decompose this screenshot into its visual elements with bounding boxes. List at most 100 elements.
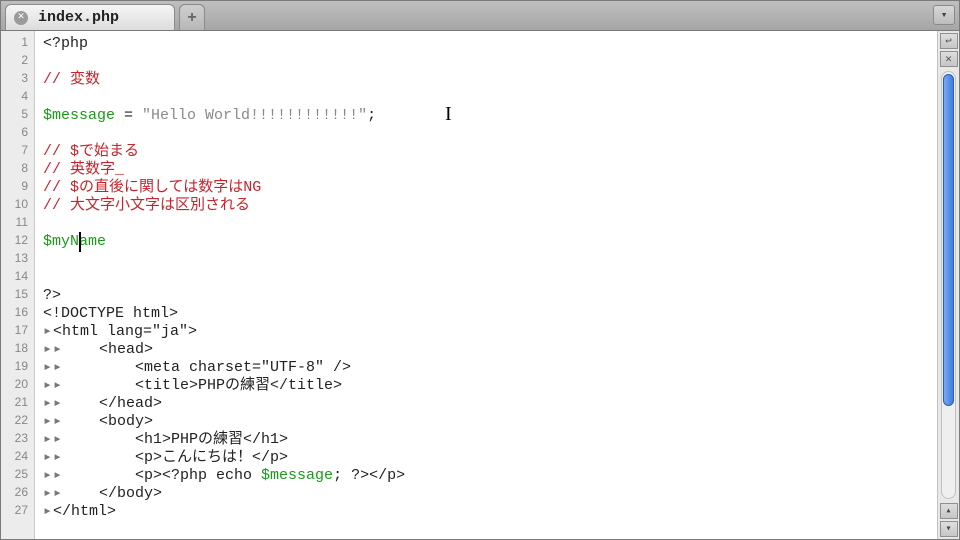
line-number[interactable]: 24 (1, 449, 34, 467)
line-number[interactable]: 19 (1, 359, 34, 377)
fold-marker-icon[interactable]: ▸ (43, 341, 53, 359)
line-number[interactable]: 16 (1, 305, 34, 323)
scrollbar-thumb[interactable] (943, 74, 954, 406)
line-number[interactable]: 17 (1, 323, 34, 341)
code-token: = (115, 107, 142, 124)
line-number[interactable]: 4 (1, 89, 34, 107)
code-line[interactable]: ▸▸ <title>PHPの練習</title> (43, 377, 937, 395)
line-number[interactable]: 9 (1, 179, 34, 197)
code-line[interactable]: $myName (43, 233, 937, 251)
code-token: </body> (63, 485, 162, 502)
vertical-scrollbar[interactable] (941, 71, 956, 499)
toggle-wrap-button[interactable]: ↩ (940, 33, 958, 49)
code-line[interactable] (43, 125, 937, 143)
fold-marker-icon[interactable]: ▸ (53, 359, 63, 377)
fold-marker-icon[interactable]: ▸ (43, 503, 53, 521)
wrap-icon: ↩ (945, 34, 952, 48)
fold-marker-icon[interactable]: ▸ (53, 467, 63, 485)
scroll-down-button[interactable]: ▾ (940, 521, 958, 537)
fold-marker-icon[interactable]: ▸ (43, 485, 53, 503)
code-line[interactable]: ▸▸ <p><?php echo $message; ?></p> (43, 467, 937, 485)
code-line[interactable]: $message = "Hello World!!!!!!!!!!!!"; (43, 107, 937, 125)
line-number[interactable]: 7 (1, 143, 34, 161)
code-line[interactable]: ▸▸ <h1>PHPの練習</h1> (43, 431, 937, 449)
fold-marker-icon[interactable]: ▸ (43, 395, 53, 413)
fold-marker-icon[interactable]: ▸ (43, 413, 53, 431)
fold-marker-icon[interactable]: ▸ (53, 395, 63, 413)
code-line[interactable] (43, 89, 937, 107)
line-number[interactable]: 13 (1, 251, 34, 269)
code-line[interactable]: ▸<html lang="ja"> (43, 323, 937, 341)
line-number[interactable]: 25 (1, 467, 34, 485)
tab-overflow-button[interactable]: ▾ (933, 5, 955, 25)
line-number[interactable]: 11 (1, 215, 34, 233)
code-line[interactable]: ▸▸ <meta charset="UTF-8" /> (43, 359, 937, 377)
line-number[interactable]: 23 (1, 431, 34, 449)
code-line[interactable]: ▸▸ <p>こんにちは！</p> (43, 449, 937, 467)
fold-marker-icon[interactable]: ▸ (43, 323, 53, 341)
scroll-up-button[interactable]: ▴ (940, 503, 958, 519)
code-line[interactable] (43, 215, 937, 233)
line-number[interactable]: 5 (1, 107, 34, 125)
code-line[interactable]: <?php (43, 35, 937, 53)
tab-index-php[interactable]: ✕ index.php (5, 4, 175, 30)
code-line[interactable]: ▸▸ </head> (43, 395, 937, 413)
code-line[interactable]: // 英数字_ (43, 161, 937, 179)
chevron-down-icon: ▾ (941, 8, 948, 22)
fold-marker-icon[interactable]: ▸ (53, 431, 63, 449)
new-tab-button[interactable]: + (179, 4, 205, 30)
code-line[interactable]: <!DOCTYPE html> (43, 305, 937, 323)
code-line[interactable]: // 大文字小文字は区別される (43, 197, 937, 215)
line-number[interactable]: 3 (1, 71, 34, 89)
close-panel-button[interactable]: ✕ (940, 51, 958, 67)
line-number[interactable]: 27 (1, 503, 34, 521)
line-number[interactable]: 22 (1, 413, 34, 431)
code-token: ; (367, 107, 376, 124)
close-tab-icon[interactable]: ✕ (14, 11, 28, 25)
fold-marker-icon[interactable]: ▸ (43, 467, 53, 485)
fold-marker-icon[interactable]: ▸ (53, 485, 63, 503)
line-number[interactable]: 10 (1, 197, 34, 215)
line-number[interactable]: 18 (1, 341, 34, 359)
fold-marker-icon[interactable]: ▸ (53, 449, 63, 467)
line-number[interactable]: 15 (1, 287, 34, 305)
code-line[interactable] (43, 269, 937, 287)
line-number[interactable]: 1 (1, 35, 34, 53)
code-area[interactable]: <?php // 変数 $message = "Hello World!!!!!!!… (35, 31, 937, 539)
fold-marker-icon[interactable]: ▸ (43, 359, 53, 377)
line-number[interactable]: 14 (1, 269, 34, 287)
code-line[interactable]: ▸▸ </body> (43, 485, 937, 503)
editor-main: 1234567891011121314151617181920212223242… (1, 31, 959, 539)
code-token: </html> (53, 503, 116, 520)
code-token: $message (261, 467, 333, 484)
fold-marker-icon[interactable]: ▸ (53, 341, 63, 359)
ibeam-cursor-icon: I (445, 105, 452, 123)
line-number[interactable]: 8 (1, 161, 34, 179)
fold-marker-icon[interactable]: ▸ (43, 377, 53, 395)
line-number[interactable]: 12 (1, 233, 34, 251)
fold-marker-icon[interactable]: ▸ (53, 413, 63, 431)
code-line[interactable]: ▸▸ <body> (43, 413, 937, 431)
line-number[interactable]: 26 (1, 485, 34, 503)
code-token: <head> (63, 341, 153, 358)
line-number[interactable]: 2 (1, 53, 34, 71)
fold-marker-icon[interactable]: ▸ (43, 431, 53, 449)
code-token: // 大文字小文字は区別される (43, 197, 250, 214)
fold-marker-icon[interactable]: ▸ (53, 377, 63, 395)
code-line[interactable]: ?> (43, 287, 937, 305)
code-line[interactable]: ▸</html> (43, 503, 937, 521)
code-line[interactable]: // 変数 (43, 71, 937, 89)
line-number[interactable]: 20 (1, 377, 34, 395)
code-token: ?> (43, 287, 61, 304)
line-number[interactable]: 21 (1, 395, 34, 413)
line-number-gutter[interactable]: 1234567891011121314151617181920212223242… (1, 31, 35, 539)
code-line[interactable]: // $で始まる (43, 143, 937, 161)
code-line[interactable] (43, 251, 937, 269)
code-line[interactable]: // $の直後に関しては数字はNG (43, 179, 937, 197)
code-token: <?php (43, 35, 88, 52)
code-line[interactable] (43, 53, 937, 71)
line-number[interactable]: 6 (1, 125, 34, 143)
code-token: <body> (63, 413, 153, 430)
code-line[interactable]: ▸▸ <head> (43, 341, 937, 359)
fold-marker-icon[interactable]: ▸ (43, 449, 53, 467)
